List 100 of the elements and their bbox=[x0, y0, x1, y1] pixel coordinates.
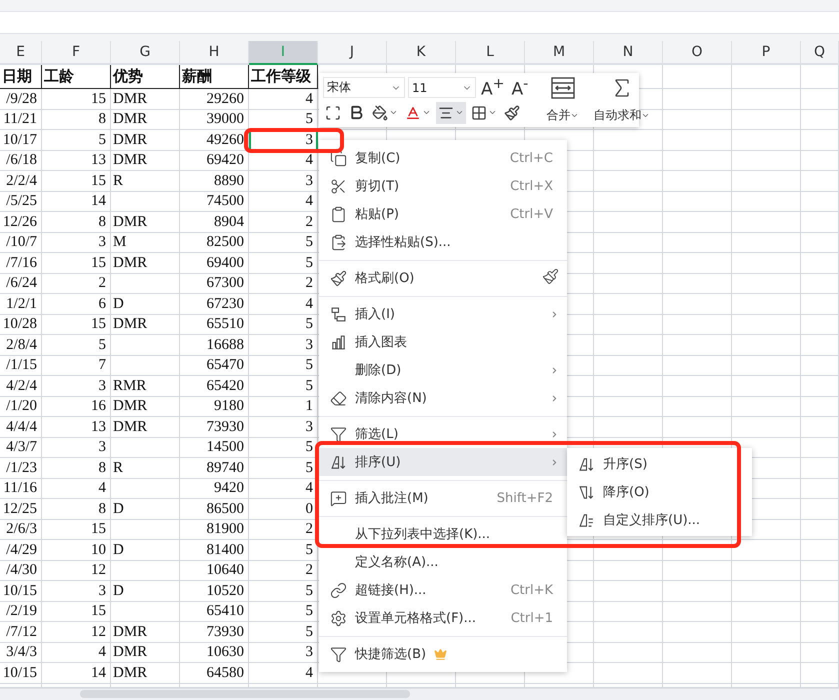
table-cell: 10640 bbox=[180, 560, 249, 582]
table-cell: /5/25 bbox=[0, 192, 42, 212]
table-cell: DMR bbox=[111, 253, 180, 274]
align-button[interactable] bbox=[436, 102, 466, 124]
scan-icon bbox=[325, 104, 341, 120]
table-cell: 5 bbox=[249, 253, 318, 274]
table-cell bbox=[801, 602, 839, 622]
column-header[interactable]: G bbox=[111, 41, 180, 66]
table-cell: /2/19 bbox=[0, 602, 42, 622]
clipboard-icon bbox=[330, 206, 346, 222]
table-cell: /1/20 bbox=[0, 396, 42, 418]
table-cell bbox=[801, 192, 839, 212]
shrink-font-button[interactable]: A$^{-}$ bbox=[510, 76, 530, 98]
table-cell bbox=[801, 274, 839, 294]
filter-icon bbox=[330, 646, 346, 662]
menu-item[interactable]: 设置单元格格式(F)... Ctrl+1 bbox=[319, 604, 567, 632]
column-header[interactable]: Q bbox=[801, 41, 839, 66]
table-cell bbox=[732, 110, 801, 130]
table-cell: 5 bbox=[249, 622, 318, 643]
table-cell: 5 bbox=[249, 356, 318, 376]
table-cell bbox=[111, 602, 180, 622]
table-cell: M bbox=[111, 232, 180, 254]
table-cell: 8904 bbox=[180, 212, 249, 233]
table-cell: 2/2/4 bbox=[0, 171, 42, 192]
menu-item[interactable]: 降序(O) bbox=[567, 478, 752, 506]
table-cell: 3 bbox=[249, 130, 318, 151]
table-cell bbox=[663, 253, 732, 274]
grow-font-button[interactable]: A$^{+}$ bbox=[479, 76, 507, 98]
column-header[interactable]: L bbox=[456, 41, 525, 66]
menu-item[interactable]: 粘贴(P) Ctrl+V bbox=[319, 200, 567, 228]
menu-item[interactable]: 超链接(H)... Ctrl+K bbox=[319, 576, 567, 604]
table-cell: /6/24 bbox=[0, 274, 42, 294]
font-select[interactable]: 宋体 bbox=[323, 77, 405, 98]
table-cell: 8 bbox=[42, 212, 111, 233]
table-cell bbox=[663, 335, 732, 356]
menu-item[interactable]: 清除内容(N) bbox=[319, 384, 567, 412]
table-cell: 8 bbox=[42, 458, 111, 479]
table-cell: 3 bbox=[249, 642, 318, 664]
menu-item[interactable]: 插入(I) bbox=[319, 300, 567, 328]
column-header[interactable]: F bbox=[42, 41, 111, 66]
column-header[interactable]: O bbox=[663, 41, 732, 66]
menu-item[interactable]: 剪切(T) Ctrl+X bbox=[319, 172, 567, 200]
caret-icon bbox=[455, 108, 464, 117]
menu-item[interactable]: 插入批注(M) Shift+F2 bbox=[319, 484, 567, 512]
table-cell bbox=[732, 335, 801, 356]
scrollbar-thumb[interactable] bbox=[80, 690, 410, 698]
settings-icon bbox=[330, 610, 346, 626]
table-cell bbox=[732, 376, 801, 397]
table-cell: 8 bbox=[42, 499, 111, 520]
table-cell: 15 bbox=[42, 520, 111, 540]
menu-item[interactable]: 删除(D) bbox=[319, 356, 567, 384]
table-cell: D bbox=[111, 540, 180, 561]
table-cell bbox=[594, 130, 663, 151]
table-cell: 2 bbox=[249, 212, 318, 233]
column-header[interactable]: N bbox=[594, 41, 663, 66]
table-cell: 5 bbox=[249, 458, 318, 479]
menu-item[interactable]: 选择性粘贴(S)... bbox=[319, 228, 567, 256]
menu-item[interactable]: 筛选(L) bbox=[319, 420, 567, 448]
table-cell bbox=[594, 356, 663, 376]
menu-item[interactable]: 复制(C) Ctrl+C bbox=[319, 144, 567, 172]
menu-item[interactable]: 快捷筛选(B) bbox=[319, 640, 567, 668]
menu-item[interactable]: 从下拉列表中选择(K)... bbox=[319, 520, 567, 548]
column-header[interactable]: P bbox=[732, 41, 801, 66]
column-header[interactable]: E bbox=[0, 41, 42, 66]
table-cell: 4 bbox=[42, 642, 111, 664]
menu-item[interactable]: 自定义排序(U)... bbox=[567, 506, 752, 534]
column-header[interactable]: M bbox=[525, 41, 594, 66]
table-cell bbox=[663, 396, 732, 418]
table-cell: DMR bbox=[111, 89, 180, 110]
table-cell: 5 bbox=[249, 540, 318, 561]
table-cell: 10520 bbox=[180, 581, 249, 602]
table-cell: RMR bbox=[111, 376, 180, 397]
table-cell: 2 bbox=[249, 274, 318, 294]
column-header[interactable]: H bbox=[180, 41, 249, 66]
table-cell bbox=[801, 150, 839, 172]
column-header[interactable]: K bbox=[387, 41, 456, 66]
menu-item[interactable]: 排序(U) bbox=[319, 448, 567, 476]
table-cell bbox=[594, 663, 663, 684]
table-cell: /1/15 bbox=[0, 356, 42, 376]
column-header[interactable]: J bbox=[318, 41, 387, 66]
menu-item[interactable]: 定义名称(A)... bbox=[319, 548, 567, 576]
table-cell: 3 bbox=[42, 581, 111, 602]
table-cell: DMR bbox=[111, 622, 180, 643]
autosum-button[interactable]: 自动求和 bbox=[589, 76, 654, 124]
table-cell bbox=[594, 212, 663, 233]
table-cell bbox=[594, 171, 663, 192]
menu-item[interactable]: 升序(S) bbox=[567, 450, 752, 478]
table-header: 薪酬 bbox=[180, 65, 249, 90]
menu-item[interactable]: 插入图表 bbox=[319, 328, 567, 356]
table-cell: 29260 bbox=[180, 89, 249, 110]
menu-item[interactable]: 格式刷(O) bbox=[319, 264, 567, 292]
merge-cells-icon bbox=[550, 76, 576, 100]
table-cell bbox=[111, 356, 180, 376]
table-cell bbox=[663, 356, 732, 376]
table-cell bbox=[801, 335, 839, 356]
table-cell: 86500 bbox=[180, 499, 249, 520]
caret-icon bbox=[570, 111, 580, 120]
font-size-select[interactable]: 11 bbox=[408, 77, 476, 98]
table-cell: 12/25 bbox=[0, 499, 42, 520]
merge-button[interactable]: 合并 bbox=[542, 76, 584, 124]
